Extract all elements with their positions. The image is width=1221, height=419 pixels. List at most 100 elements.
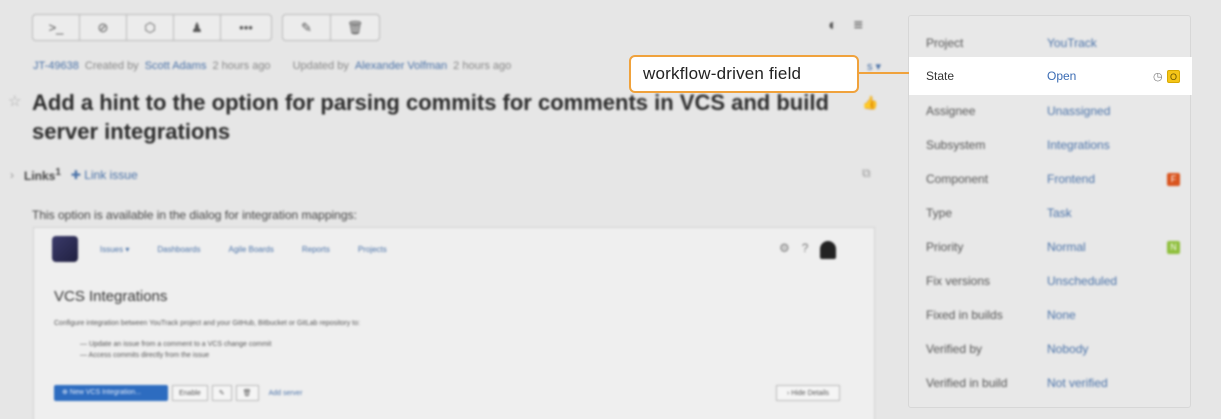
command-icon: >_ — [48, 20, 64, 35]
field-value[interactable]: Open — [1047, 69, 1076, 83]
field-value[interactable]: Not verified — [1047, 376, 1108, 390]
view-options: ◐ ≡ — [828, 17, 863, 35]
embed-hide-details: › Hide Details — [776, 385, 840, 401]
field-label: Priority — [926, 240, 964, 254]
embedded-screenshot: Issues ▾ Dashboards Agile Boards Reports… — [33, 227, 875, 419]
issue-title: Add a hint to the option for parsing com… — [32, 90, 829, 144]
field-label: Type — [926, 206, 953, 220]
field-value[interactable]: Unscheduled — [1047, 274, 1117, 288]
menu-icon[interactable]: ≡ — [854, 17, 863, 35]
field-assignee[interactable]: Assignee Unassigned — [909, 92, 1192, 130]
issue-id[interactable]: JT-49638 — [33, 60, 79, 72]
help-icon: ? — [801, 241, 809, 255]
embed-nav-issues: Issues ▾ — [100, 245, 130, 254]
priority-badge: N — [1167, 240, 1180, 254]
embed-nav-reports: Reports — [301, 245, 330, 254]
tag-button[interactable]: ⬡ — [127, 15, 174, 40]
embed-nav-dashboards: Dashboards — [157, 245, 201, 254]
field-value[interactable]: Unassigned — [1047, 104, 1110, 118]
embed-actions: ⊕ New VCS Integration... Enable ✎ 🗑 Add … — [54, 385, 302, 401]
embed-nav-agile: Agile Boards — [228, 245, 274, 254]
field-type[interactable]: Type Task — [909, 194, 1192, 232]
callout-label: workflow-driven field — [629, 55, 859, 93]
delete-button[interactable]: 🗑 — [331, 15, 379, 40]
field-label: State — [926, 69, 955, 83]
field-state[interactable]: State Open ◷ O — [909, 57, 1192, 95]
issue-toolbar: >_ ⊘ ⬡ ♟ ••• ✎ 🗑 — [32, 14, 380, 41]
field-value[interactable]: YouTrack — [1047, 36, 1097, 50]
field-label: Assignee — [926, 104, 976, 118]
embed-add-server: Add server — [268, 389, 303, 397]
more-icon: ••• — [239, 20, 253, 35]
field-value[interactable]: None — [1047, 308, 1076, 322]
field-label: Verified by — [926, 342, 983, 356]
component-badge: F — [1167, 172, 1180, 186]
embed-bullet: — Access commits directly from the issue — [80, 352, 210, 359]
edit-icon: ✎ — [301, 19, 312, 35]
field-value[interactable]: Task — [1047, 206, 1072, 220]
field-subsystem[interactable]: Subsystem Integrations — [909, 126, 1192, 164]
link-button[interactable]: ⊘ — [80, 15, 127, 40]
issue-fields-panel: Project YouTrack State Open ◷ O Assignee… — [908, 15, 1192, 408]
avatar — [820, 241, 837, 259]
gear-icon: ⚙ — [779, 241, 790, 255]
embed-delete-icon: 🗑 — [235, 385, 259, 401]
copy-icon[interactable]: ⧉ — [862, 166, 871, 181]
links-count: 1 — [55, 167, 61, 178]
callout-connector — [859, 72, 909, 74]
embed-nav-projects: Projects — [357, 245, 387, 254]
updated-by[interactable]: Alexander Volfman — [355, 60, 447, 72]
edit-button[interactable]: ✎ — [283, 15, 331, 40]
field-fixed-in-builds[interactable]: Fixed in builds None — [909, 296, 1192, 334]
field-component[interactable]: Component Frontend F — [909, 160, 1192, 198]
updated-time: 2 hours ago — [453, 60, 512, 72]
state-badge: O — [1167, 69, 1180, 83]
embed-new-integration-button: ⊕ New VCS Integration... — [54, 385, 168, 401]
updated-prefix: Updated by — [292, 60, 349, 72]
issue-meta: JT-49638 Created by Scott Adams 2 hours … — [33, 60, 511, 72]
more-button[interactable]: ••• — [221, 15, 271, 40]
field-label: Subsystem — [926, 138, 986, 152]
contrast-icon[interactable]: ◐ — [828, 17, 838, 35]
created-prefix: Created by — [84, 60, 139, 72]
created-time: 2 hours ago — [212, 60, 271, 72]
embed-bullet: — Update an issue from a comment to a VC… — [80, 341, 272, 348]
embed-nav-icons: ⚙ ? — [779, 241, 837, 259]
field-priority[interactable]: Priority Normal N — [909, 228, 1192, 266]
field-label: Fixed in builds — [926, 308, 1003, 322]
youtrack-logo — [52, 236, 78, 262]
embed-edit-icon: ✎ — [211, 385, 232, 401]
field-label: Verified in build — [926, 376, 1008, 390]
clock-icon: ◷ — [1153, 70, 1163, 83]
toolbar-group-edit: ✎ 🗑 — [282, 14, 380, 41]
vote-icon[interactable]: 👍 — [862, 95, 878, 111]
delete-icon: 🗑 — [346, 19, 364, 35]
created-by[interactable]: Scott Adams — [145, 60, 207, 72]
field-verified-in-build[interactable]: Verified in build Not verified — [909, 364, 1192, 402]
chevron-right-icon[interactable]: › — [10, 168, 14, 182]
links-section: › Links1 ✚ Link issue — [10, 167, 138, 183]
command-button[interactable]: >_ — [33, 15, 80, 40]
field-value[interactable]: Frontend — [1047, 172, 1095, 186]
field-label: Component — [926, 172, 989, 186]
field-fix-versions[interactable]: Fix versions Unscheduled — [909, 262, 1192, 300]
tag-icon: ⬡ — [144, 19, 156, 35]
embed-paragraph: Configure integration between YouTrack p… — [54, 320, 360, 327]
field-label: Project — [926, 36, 964, 50]
embed-enable-button: Enable — [172, 385, 208, 401]
field-value[interactable]: Nobody — [1047, 342, 1088, 356]
embed-heading: VCS Integrations — [54, 288, 168, 305]
field-verified-by[interactable]: Verified by Nobody — [909, 330, 1192, 368]
link-issue-button[interactable]: ✚ Link issue — [71, 168, 138, 182]
toolbar-group-actions: >_ ⊘ ⬡ ♟ ••• — [32, 14, 272, 41]
field-value[interactable]: Integrations — [1047, 138, 1110, 152]
links-label[interactable]: Links1 — [24, 167, 61, 183]
user-icon: ♟ — [191, 19, 203, 35]
link-icon: ⊘ — [97, 19, 109, 35]
issue-description: This option is available in the dialog f… — [32, 208, 357, 222]
field-label: Fix versions — [926, 274, 991, 288]
field-value[interactable]: Normal — [1047, 240, 1086, 254]
embed-nav: Issues ▾ Dashboards Agile Boards Reports… — [100, 245, 387, 254]
visibility-button[interactable]: ♟ — [174, 15, 221, 40]
star-icon[interactable]: ☆ — [8, 92, 21, 110]
